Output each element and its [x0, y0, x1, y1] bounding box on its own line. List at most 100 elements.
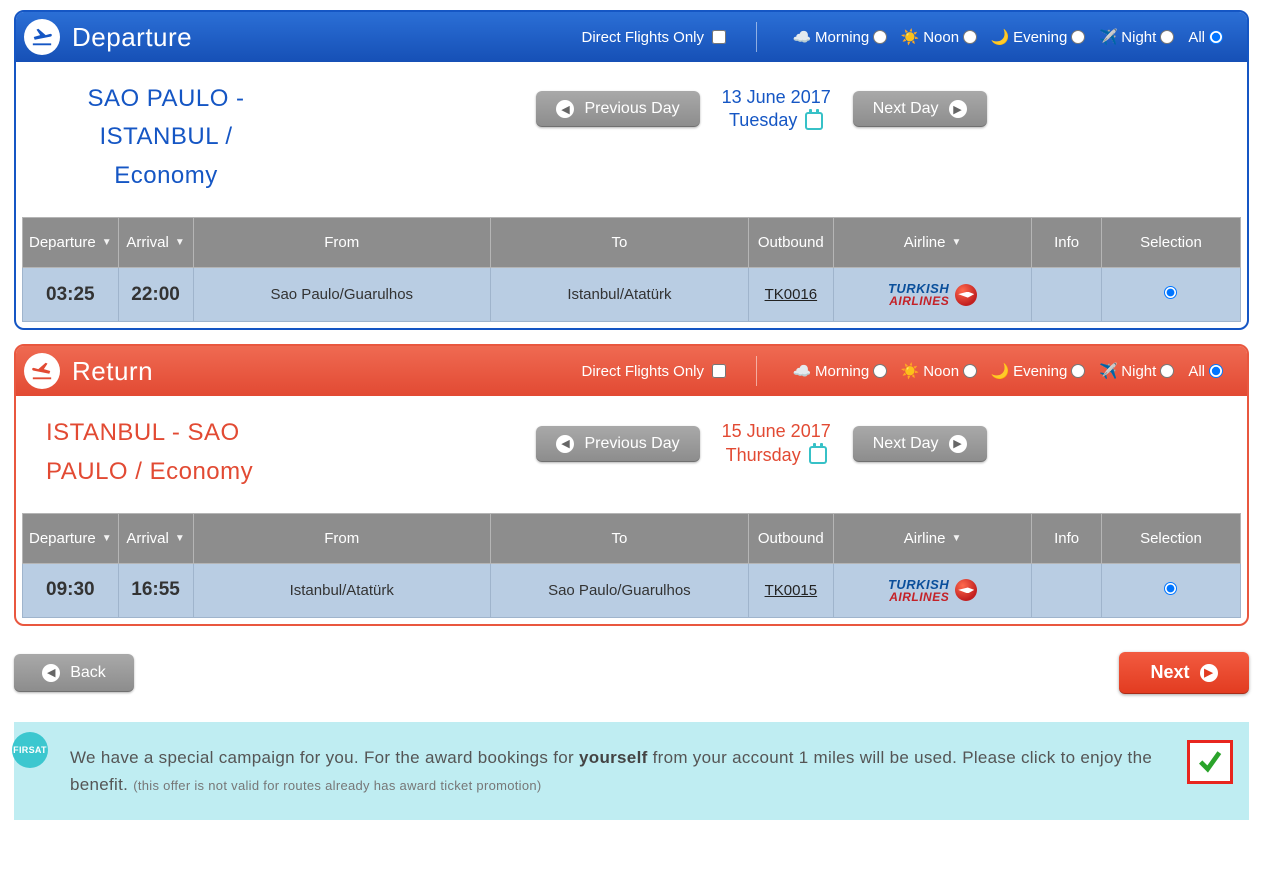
cloud-icon: ☁️ [793, 28, 811, 46]
return-title: Return [72, 356, 153, 387]
moon-icon: 🌙 [991, 362, 1009, 380]
time-filters-ret: ☁️ Morning ☀️ Noon 🌙 Evening ✈️ Night Al… [793, 362, 1233, 380]
sort-icon: ▼ [175, 533, 185, 544]
sun-icon: ☀️ [901, 362, 919, 380]
col-from[interactable]: From [193, 513, 490, 563]
calendar-icon [809, 446, 827, 464]
departure-flight-table: Departure▼ Arrival▼ From To Outbound Air… [22, 217, 1241, 322]
filter-morning-ret[interactable]: ☁️ Morning [793, 362, 897, 380]
chevron-right-icon: ▶ [949, 435, 967, 453]
return-flight-table: Departure▼ Arrival▼ From To Outbound Air… [22, 513, 1241, 618]
direct-flights-checkbox-dep[interactable] [712, 30, 726, 44]
col-info[interactable]: Info [1032, 513, 1102, 563]
sort-icon: ▼ [102, 237, 112, 248]
cell-outbound: TK0015 [748, 563, 833, 617]
cell-arrival-time: 22:00 [118, 268, 193, 322]
cell-from: Sao Paulo/Guarulhos [193, 268, 490, 322]
filter-all-dep[interactable]: All [1188, 29, 1233, 46]
cloud-icon: ☁️ [793, 362, 811, 380]
chevron-left-icon: ◀ [556, 100, 574, 118]
cell-arrival-time: 16:55 [118, 563, 193, 617]
direct-flights-label: Direct Flights Only [581, 29, 704, 46]
col-selection: Selection [1101, 218, 1240, 268]
chevron-left-icon: ◀ [556, 435, 574, 453]
airline-logo-icon [955, 284, 977, 306]
chevron-left-icon: ◀ [42, 664, 60, 682]
departure-date[interactable]: 13 June 2017 Tuesday [722, 86, 831, 133]
filter-evening-dep[interactable]: 🌙 Evening [991, 28, 1095, 46]
promo-text: We have a special campaign for you. For … [70, 748, 1152, 794]
col-arrival[interactable]: Arrival▼ [118, 218, 193, 268]
col-airline[interactable]: Airline▼ [833, 218, 1032, 268]
departure-header: Departure Direct Flights Only ☁️ Morning… [16, 12, 1247, 62]
cell-to: Sao Paulo/Guarulhos [490, 563, 748, 617]
filter-noon-ret[interactable]: ☀️ Noon [901, 362, 987, 380]
departure-panel: Departure Direct Flights Only ☁️ Morning… [14, 10, 1249, 330]
filter-morning-dep[interactable]: ☁️ Morning [793, 28, 897, 46]
previous-day-button-ret[interactable]: ◀ Previous Day [536, 426, 699, 462]
col-to[interactable]: To [490, 513, 748, 563]
direct-flights-checkbox-ret[interactable] [712, 364, 726, 378]
next-button[interactable]: Next ▶ [1119, 652, 1249, 694]
col-departure[interactable]: Departure▼ [23, 513, 119, 563]
turkish-airlines-logo: TURKISHAIRLINES [840, 282, 1026, 307]
return-date[interactable]: 15 June 2017 Thursday [722, 420, 831, 467]
table-row: 09:30 16:55 Istanbul/Atatürk Sao Paulo/G… [23, 563, 1241, 617]
cell-departure-time: 03:25 [23, 268, 119, 322]
next-day-button-ret[interactable]: Next Day ▶ [853, 426, 987, 462]
turkish-airlines-logo: TURKISHAIRLINES [840, 578, 1026, 603]
filter-night-dep[interactable]: ✈️ Night [1099, 28, 1184, 46]
col-info[interactable]: Info [1032, 218, 1102, 268]
sort-icon: ▼ [951, 533, 961, 544]
cell-departure-time: 09:30 [23, 563, 119, 617]
separator [756, 356, 757, 386]
cell-info [1032, 563, 1102, 617]
cell-airline: TURKISHAIRLINES [833, 268, 1032, 322]
departure-route-text: SAO PAULO - ISTANBUL / Economy [46, 80, 286, 195]
previous-day-button-dep[interactable]: ◀ Previous Day [536, 91, 699, 127]
chevron-right-icon: ▶ [1200, 664, 1218, 682]
departure-title: Departure [72, 22, 192, 53]
sort-icon: ▼ [951, 237, 961, 248]
chevron-right-icon: ▶ [949, 100, 967, 118]
separator [756, 22, 757, 52]
flight-number-link[interactable]: TK0015 [765, 582, 818, 599]
col-from[interactable]: From [193, 218, 490, 268]
plane-icon: ✈️ [1099, 362, 1117, 380]
filter-night-ret[interactable]: ✈️ Night [1099, 362, 1184, 380]
return-route-text: ISTANBUL - SAO PAULO / Economy [46, 414, 286, 491]
sun-icon: ☀️ [901, 28, 919, 46]
col-arrival[interactable]: Arrival▼ [118, 513, 193, 563]
col-airline[interactable]: Airline▼ [833, 513, 1032, 563]
flight-select-radio-ret[interactable] [1164, 582, 1177, 595]
plane-icon: ✈️ [1099, 28, 1117, 46]
filter-noon-dep[interactable]: ☀️ Noon [901, 28, 987, 46]
promo-fine-print: (this offer is not valid for routes alre… [133, 778, 541, 793]
col-outbound[interactable]: Outbound [748, 218, 833, 268]
next-day-button-dep[interactable]: Next Day ▶ [853, 91, 987, 127]
return-icon [24, 353, 60, 389]
return-header: Return Direct Flights Only ☁️ Morning ☀️… [16, 346, 1247, 396]
direct-flights-label: Direct Flights Only [581, 363, 704, 380]
cell-selection [1101, 268, 1240, 322]
return-route-row: ISTANBUL - SAO PAULO / Economy ◀ Previou… [16, 396, 1247, 513]
promo-banner: FIRSAT We have a special campaign for yo… [14, 722, 1249, 820]
cell-selection [1101, 563, 1240, 617]
promo-accept-checkbox[interactable] [1187, 740, 1233, 784]
col-departure[interactable]: Departure▼ [23, 218, 119, 268]
footer-nav: ◀ Back Next ▶ [14, 652, 1249, 694]
filter-evening-ret[interactable]: 🌙 Evening [991, 362, 1095, 380]
col-to[interactable]: To [490, 218, 748, 268]
back-button[interactable]: ◀ Back [14, 654, 134, 692]
cell-to: Istanbul/Atatürk [490, 268, 748, 322]
col-outbound[interactable]: Outbound [748, 513, 833, 563]
cell-airline: TURKISHAIRLINES [833, 563, 1032, 617]
col-selection: Selection [1101, 513, 1240, 563]
calendar-icon [805, 112, 823, 130]
filter-all-ret[interactable]: All [1188, 363, 1233, 380]
sort-icon: ▼ [102, 533, 112, 544]
flight-select-radio-dep[interactable] [1164, 286, 1177, 299]
table-row: 03:25 22:00 Sao Paulo/Guarulhos Istanbul… [23, 268, 1241, 322]
flight-number-link[interactable]: TK0016 [765, 286, 818, 303]
cell-info [1032, 268, 1102, 322]
